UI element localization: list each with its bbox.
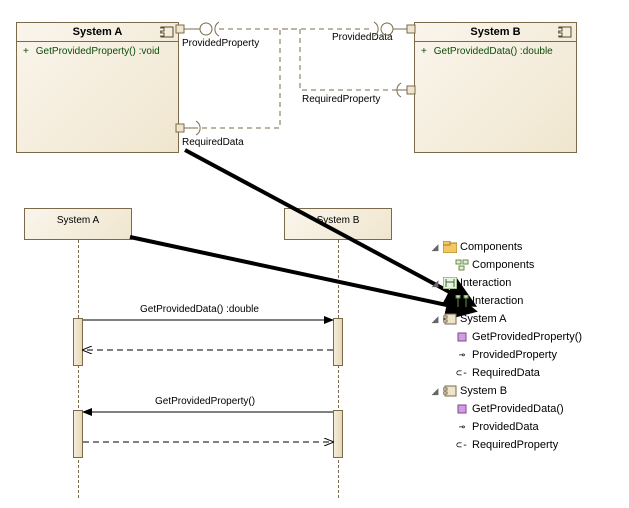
tree-system-b-required[interactable]: ⊂- RequiredProperty [430,436,620,454]
tree-label: Components [460,241,522,253]
provided-interface-icon: ⊸ [455,348,469,362]
tree-label: Components [472,259,534,271]
required-interface-icon: ⊂- [455,438,469,452]
component-system-b[interactable]: System B + GetProvidedData() :double [414,22,577,153]
tree-label: Interaction [472,295,523,307]
component-b-title: System B [470,26,520,38]
lifeline-a-label: System A [57,215,99,226]
lifeline-a-line [78,240,79,498]
activation-b-1 [333,318,343,366]
component-b-body: + GetProvidedData() :double [415,42,576,61]
tree-system-a-required[interactable]: ⊂- RequiredData [430,364,620,382]
model-tree[interactable]: ◢ Components Components ◢ Interaction [430,238,620,454]
sequence-diagram-icon [455,294,469,308]
tree-label: ProvidedProperty [472,349,557,361]
caret-icon[interactable]: ◢ [430,386,440,397]
folder-icon [443,240,457,254]
operation-icon [455,330,469,344]
lifeline-system-b[interactable]: System B [284,208,392,240]
component-b-operation: GetProvidedData() :double [434,46,553,57]
tree-system-a-op[interactable]: GetProvidedProperty() [430,328,620,346]
tree-system-b-provided[interactable]: ⊸ ProvidedData [430,418,620,436]
tree-label: Interaction [460,277,511,289]
tree-label: GetProvidedData() [472,403,564,415]
tree-label: System A [460,313,506,325]
component-a-body: + GetProvidedProperty() :void [17,42,178,61]
tree-interaction-folder[interactable]: ◢ Interaction [430,274,620,292]
component-a-operation: GetProvidedProperty() :void [36,46,160,57]
operation-icon [455,402,469,416]
tree-components-folder[interactable]: ◢ Components [430,238,620,256]
tree-label: System B [460,385,507,397]
component-icon [443,312,457,326]
component-diagram-icon [455,258,469,272]
caret-icon[interactable]: ◢ [430,278,440,289]
lifeline-b-label: System B [317,215,360,226]
tree-label: GetProvidedProperty() [472,331,582,343]
tree-system-b-op[interactable]: GetProvidedData() [430,400,620,418]
port-label-providedproperty: ProvidedProperty [182,38,259,49]
tree-label: RequiredProperty [472,439,558,451]
provided-interface-icon: ⊸ [455,420,469,434]
component-system-a[interactable]: System A + GetProvidedProperty() :void [16,22,179,153]
component-icon [558,26,572,38]
tree-label: ProvidedData [472,421,539,433]
lifeline-b-line [338,240,339,498]
activation-a-1 [73,318,83,366]
lifeline-system-a[interactable]: System A [24,208,132,240]
tree-interaction-diagram[interactable]: Interaction [430,292,620,310]
component-icon [443,384,457,398]
component-a-header: System A [17,23,178,42]
port-label-provideddata: ProvidedData [332,32,393,43]
component-a-title: System A [73,26,123,38]
diagram-canvas: System A + GetProvidedProperty() :void S… [0,0,629,508]
tree-components-diagram[interactable]: Components [430,256,620,274]
activation-a-2 [73,410,83,458]
interaction-icon [443,276,457,290]
component-icon [160,26,174,38]
activation-b-2 [333,410,343,458]
port-label-requiredproperty: RequiredProperty [302,94,380,105]
caret-icon[interactable]: ◢ [430,242,440,253]
tree-system-a-provided[interactable]: ⊸ ProvidedProperty [430,346,620,364]
msg2-label: GetProvidedProperty() [155,396,255,407]
caret-icon[interactable]: ◢ [430,314,440,325]
component-b-header: System B [415,23,576,42]
tree-label: RequiredData [472,367,540,379]
required-interface-icon: ⊂- [455,366,469,380]
msg1-label: GetProvidedData() :double [140,304,259,315]
tree-system-b[interactable]: ◢ System B [430,382,620,400]
port-label-requireddata: RequiredData [182,137,244,148]
tree-system-a[interactable]: ◢ System A [430,310,620,328]
